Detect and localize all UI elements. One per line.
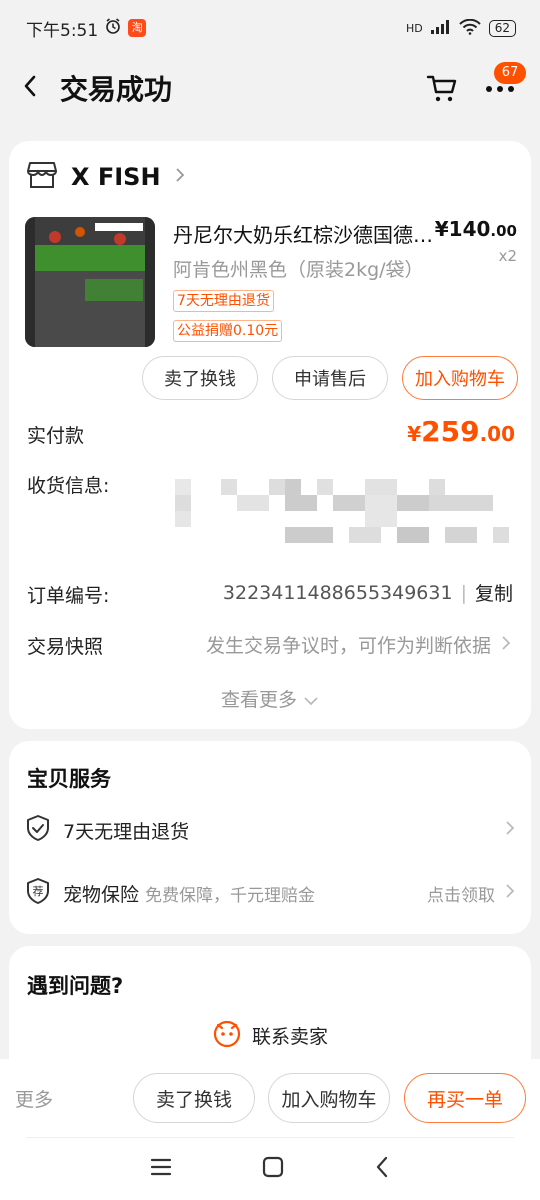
paid-amount: ¥259.00 <box>407 415 515 448</box>
divider <box>26 1137 514 1138</box>
status-right: HD 62 <box>405 18 516 38</box>
chevron-right-icon <box>505 820 515 841</box>
paid-symbol: ¥ <box>407 422 422 446</box>
shop-icon <box>27 161 57 193</box>
alarm-icon <box>104 17 122 40</box>
nav-bar: 交易成功 <box>0 56 540 120</box>
service-item-right <box>505 820 515 841</box>
taobao-app-icon: 淘 <box>128 19 147 37</box>
home-icon[interactable] <box>262 1156 284 1182</box>
bottom-add-cart-button[interactable]: 加入购物车 <box>268 1073 390 1123</box>
snapshot-label[interactable]: 交易快照 <box>27 632 103 659</box>
shield-check-icon <box>25 814 51 847</box>
service-title: 宝贝服务 <box>27 767 111 791</box>
copy-order-number-button[interactable]: 复制 <box>475 579 513 606</box>
service-card: 宝贝服务 7天无理由退货 荐 宠物保险 免费保障，千元理赔金 点击领取 <box>9 741 531 934</box>
menu-icon[interactable] <box>150 1158 172 1180</box>
product-quantity: x2 <box>498 247 517 265</box>
back-button[interactable] <box>0 56 60 120</box>
tag-charity: 公益捐赠0.10元 <box>173 320 283 342</box>
network-label: HD <box>405 21 423 35</box>
wifi-icon <box>459 18 481 38</box>
chevron-right-icon <box>505 883 515 904</box>
system-nav-bar <box>0 1149 540 1189</box>
order-number-label: 订单编号: <box>27 585 110 607</box>
service-item-return[interactable]: 7天无理由退货 <box>25 810 515 850</box>
snapshot-desc: 发生交易争议时，可作为判断依据 <box>205 635 491 657</box>
cart-icon <box>424 75 460 110</box>
status-bar: 下午5:51 淘 HD 62 <box>0 0 540 56</box>
see-more-button[interactable]: 查看更多 <box>9 685 531 712</box>
more-link[interactable]: 更多 <box>15 1085 53 1112</box>
product-price-main: ¥140 <box>434 217 491 241</box>
sell-button[interactable]: 卖了换钱 <box>142 356 258 400</box>
chevron-right-icon <box>175 167 185 187</box>
chevron-down-icon <box>303 689 319 711</box>
back-arrow-icon <box>22 74 38 102</box>
seller-face-icon <box>212 1018 242 1053</box>
order-card: X FISH 丹尼尔大奶乐红棕沙德国德… ¥140.00 x2 阿肯色州黑色（原… <box>9 141 531 729</box>
help-title: 遇到问题? <box>27 974 124 998</box>
recommend-badge-icon: 荐 <box>25 877 51 910</box>
snapshot-row[interactable]: 发生交易争议时，可作为判断依据 <box>206 631 511 658</box>
rebuy-button[interactable]: 再买一单 <box>404 1073 526 1123</box>
paid-main: 259 <box>421 415 480 448</box>
order-number-value: 3223411488655349631 <box>222 581 453 604</box>
paid-decimal: .00 <box>479 422 515 446</box>
claim-link[interactable]: 点击领取 <box>427 881 495 906</box>
product-price-decimal: .00 <box>490 222 517 240</box>
page-title: 交易成功 <box>60 73 173 106</box>
service-item-pet-insurance[interactable]: 荐 宠物保险 免费保障，千元理赔金 点击领取 <box>25 873 515 913</box>
product-image[interactable] <box>25 217 155 347</box>
product-title[interactable]: 丹尼尔大奶乐红棕沙德国德… <box>173 219 439 248</box>
order-number-row: 3223411488655349631 | 复制 <box>223 579 513 606</box>
bottom-sell-button[interactable]: 卖了换钱 <box>133 1073 255 1123</box>
service-item-right: 点击领取 <box>427 881 515 906</box>
cart-button[interactable] <box>424 70 460 106</box>
signal-icon <box>430 19 451 37</box>
tag-return-policy: 7天无理由退货 <box>173 290 274 312</box>
paid-label: 实付款 <box>27 425 85 447</box>
svg-text:荐: 荐 <box>33 885 44 898</box>
service-item-label: 7天无理由退货 <box>63 820 190 843</box>
status-time: 下午5:51 <box>26 20 99 41</box>
bottom-action-bar: 更多 卖了换钱 加入购物车 再买一单 <box>0 1059 540 1200</box>
product-price: ¥140.00 <box>435 217 517 241</box>
shipping-label: 收货信息: <box>27 475 110 497</box>
status-left: 下午5:51 淘 <box>26 16 147 41</box>
add-to-cart-button[interactable]: 加入购物车 <box>402 356 518 400</box>
contact-seller-button[interactable]: 联系卖家 <box>9 1018 531 1053</box>
service-item-label: 宠物保险 <box>63 883 140 906</box>
shop-name: X FISH <box>71 163 161 191</box>
product-spec: 阿肯色州黑色（原装2kg/袋） <box>173 259 424 281</box>
battery-indicator: 62 <box>488 19 516 37</box>
order-number-separator: | <box>460 581 467 604</box>
shop-row[interactable]: X FISH <box>27 161 185 193</box>
see-more-label: 查看更多 <box>220 689 297 711</box>
back-nav-icon[interactable] <box>374 1156 390 1182</box>
service-item-sub: 免费保障，千元理赔金 <box>145 885 316 906</box>
message-count-badge: 67 <box>494 62 526 84</box>
contact-seller-label: 联系卖家 <box>251 1026 328 1048</box>
chevron-right-icon <box>501 634 511 656</box>
after-sale-button[interactable]: 申请售后 <box>272 356 388 400</box>
